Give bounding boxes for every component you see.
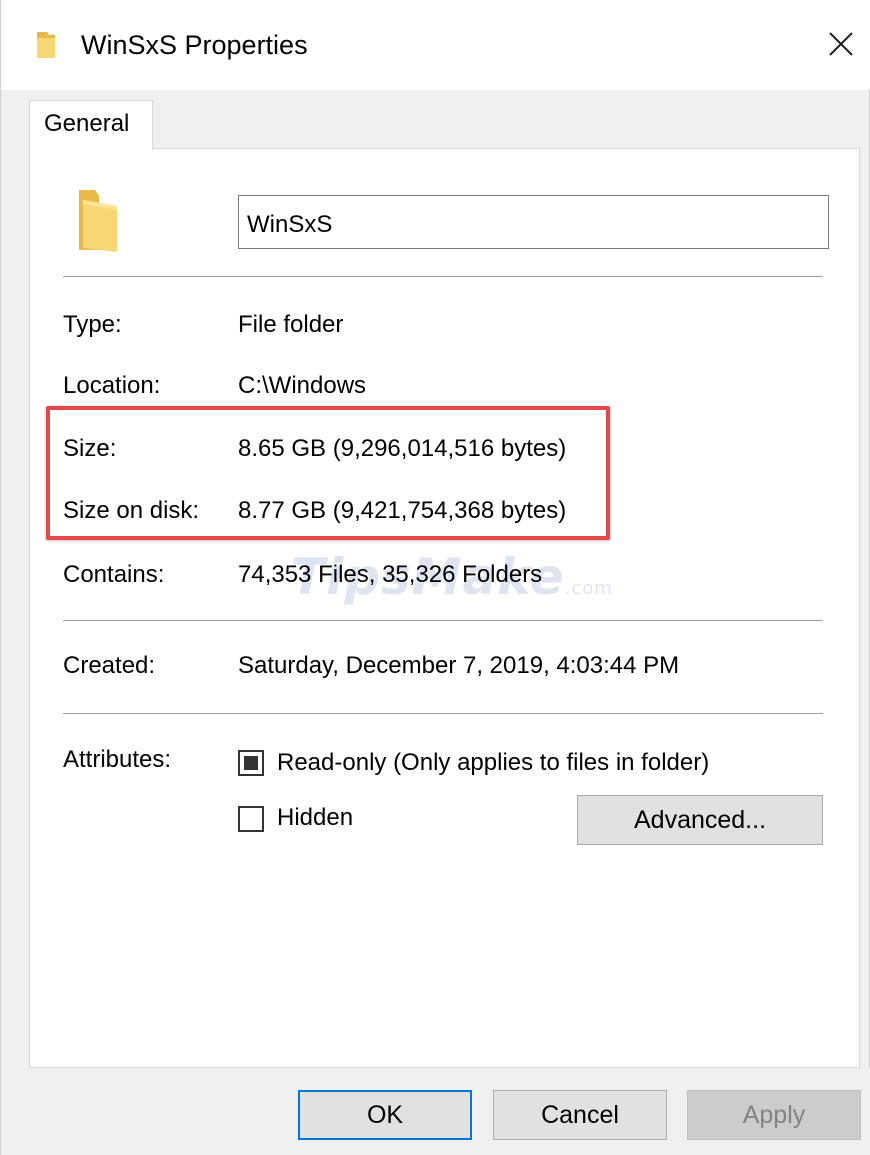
highlight-box: [46, 406, 610, 540]
apply-button: Apply: [687, 1090, 861, 1140]
location-value: C:\Windows: [238, 372, 367, 399]
created-label: Created:: [63, 652, 156, 679]
watermark-suffix: .com: [564, 578, 613, 599]
location-label: Location:: [63, 372, 161, 399]
contains-value: 74,353 Files, 35,326 Folders: [238, 561, 543, 588]
properties-dialog: WinSxS Properties General Type: File fol…: [0, 0, 870, 1155]
title-bar: WinSxS Properties: [1, 0, 870, 90]
type-value: File folder: [238, 311, 344, 338]
separator: [63, 276, 823, 277]
tab-general[interactable]: General: [29, 100, 153, 150]
ok-button[interactable]: OK: [298, 1090, 472, 1140]
indeterminate-mark: [244, 756, 258, 770]
hidden-checkbox[interactable]: [238, 806, 264, 832]
advanced-button[interactable]: Advanced...: [577, 795, 823, 845]
cancel-button[interactable]: Cancel: [493, 1090, 667, 1140]
contains-label: Contains:: [63, 561, 165, 588]
folder-name-input[interactable]: [238, 195, 829, 249]
readonly-checkbox[interactable]: [238, 750, 264, 776]
created-value: Saturday, December 7, 2019, 4:03:44 PM: [238, 652, 680, 679]
readonly-label[interactable]: Read-only (Only applies to files in fold…: [277, 748, 709, 778]
attributes-label: Attributes:: [63, 746, 172, 773]
close-button[interactable]: [811, 16, 870, 72]
separator: [63, 620, 823, 621]
hidden-label[interactable]: Hidden: [277, 803, 353, 833]
tab-general-label: General: [44, 110, 130, 137]
general-panel: [29, 148, 860, 1068]
folder-icon: [35, 30, 57, 60]
separator: [63, 713, 823, 714]
folder-icon: [73, 186, 121, 254]
close-icon: [829, 32, 853, 56]
type-label: Type:: [63, 311, 122, 338]
window-title: WinSxS Properties: [81, 30, 308, 60]
